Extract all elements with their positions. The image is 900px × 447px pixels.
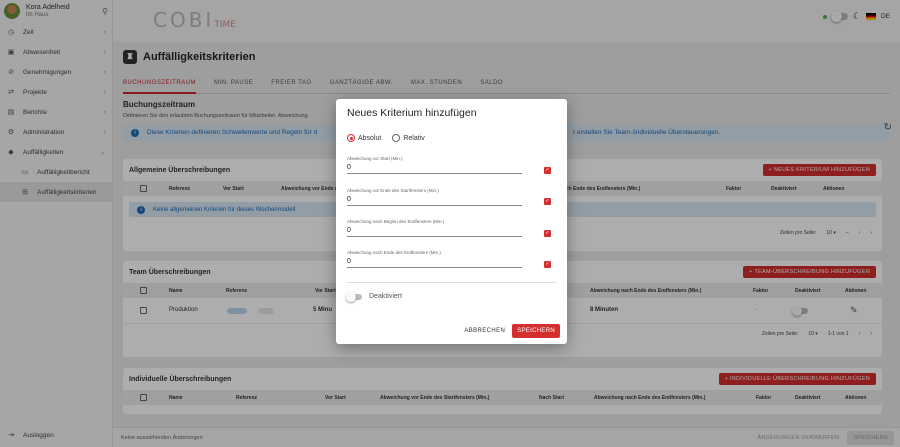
deactivated-switch[interactable]: Deaktiviert: [346, 291, 403, 302]
switch-track: [346, 291, 362, 302]
field-label: Abweichung nach Beginn des Endfensters (…: [347, 219, 445, 224]
field-label: Abweichung nach Ende des Endfensters (Mi…: [347, 250, 441, 255]
vor-start-checkbox[interactable]: ✓: [544, 167, 551, 174]
add-criterion-dialog: Neues Kriterium hinzufügen Absolut Relat…: [336, 99, 567, 344]
radio-absolute[interactable]: Absolut: [347, 134, 381, 142]
vor-start-input[interactable]: 0: [347, 163, 522, 174]
nach-ende-endfenster-checkbox[interactable]: ✓: [544, 261, 551, 268]
field-label: Abweichung vor Start (Min.): [347, 156, 403, 161]
field-label: Abweichung vor Ende des Startfensters (M…: [347, 188, 439, 193]
field-nach-ende-endfenster: Abweichung nach Ende des Endfensters (Mi…: [347, 250, 522, 268]
radio-checked-icon: [347, 134, 355, 142]
dialog-divider: [347, 282, 556, 283]
radio-absolute-label: Absolut: [358, 134, 382, 142]
mode-radio-group: Absolut Relativ: [347, 134, 425, 142]
nach-beginn-endfenster-checkbox[interactable]: ✓: [544, 230, 551, 237]
field-vor-ende-startfenster: Abweichung vor Ende des Startfensters (M…: [347, 188, 522, 206]
radio-relative-label: Relativ: [403, 134, 425, 142]
vor-ende-startfenster-input[interactable]: 0: [347, 195, 522, 206]
field-vor-start: Abweichung vor Start (Min.) 0: [347, 156, 522, 174]
nach-beginn-endfenster-input[interactable]: 0: [347, 226, 522, 237]
save-button[interactable]: SPEICHERN: [512, 324, 560, 338]
cancel-button[interactable]: ABBRECHEN: [464, 328, 505, 334]
radio-unchecked-icon: [392, 134, 401, 142]
radio-relative[interactable]: Relativ: [392, 134, 425, 142]
nach-ende-endfenster-input[interactable]: 0: [347, 257, 522, 268]
deactivated-label: Deaktiviert: [369, 293, 403, 300]
dialog-title: Neues Kriterium hinzufügen: [347, 107, 477, 119]
field-nach-beginn-endfenster: Abweichung nach Beginn des Endfensters (…: [347, 219, 522, 237]
vor-ende-startfenster-checkbox[interactable]: ✓: [544, 198, 551, 205]
